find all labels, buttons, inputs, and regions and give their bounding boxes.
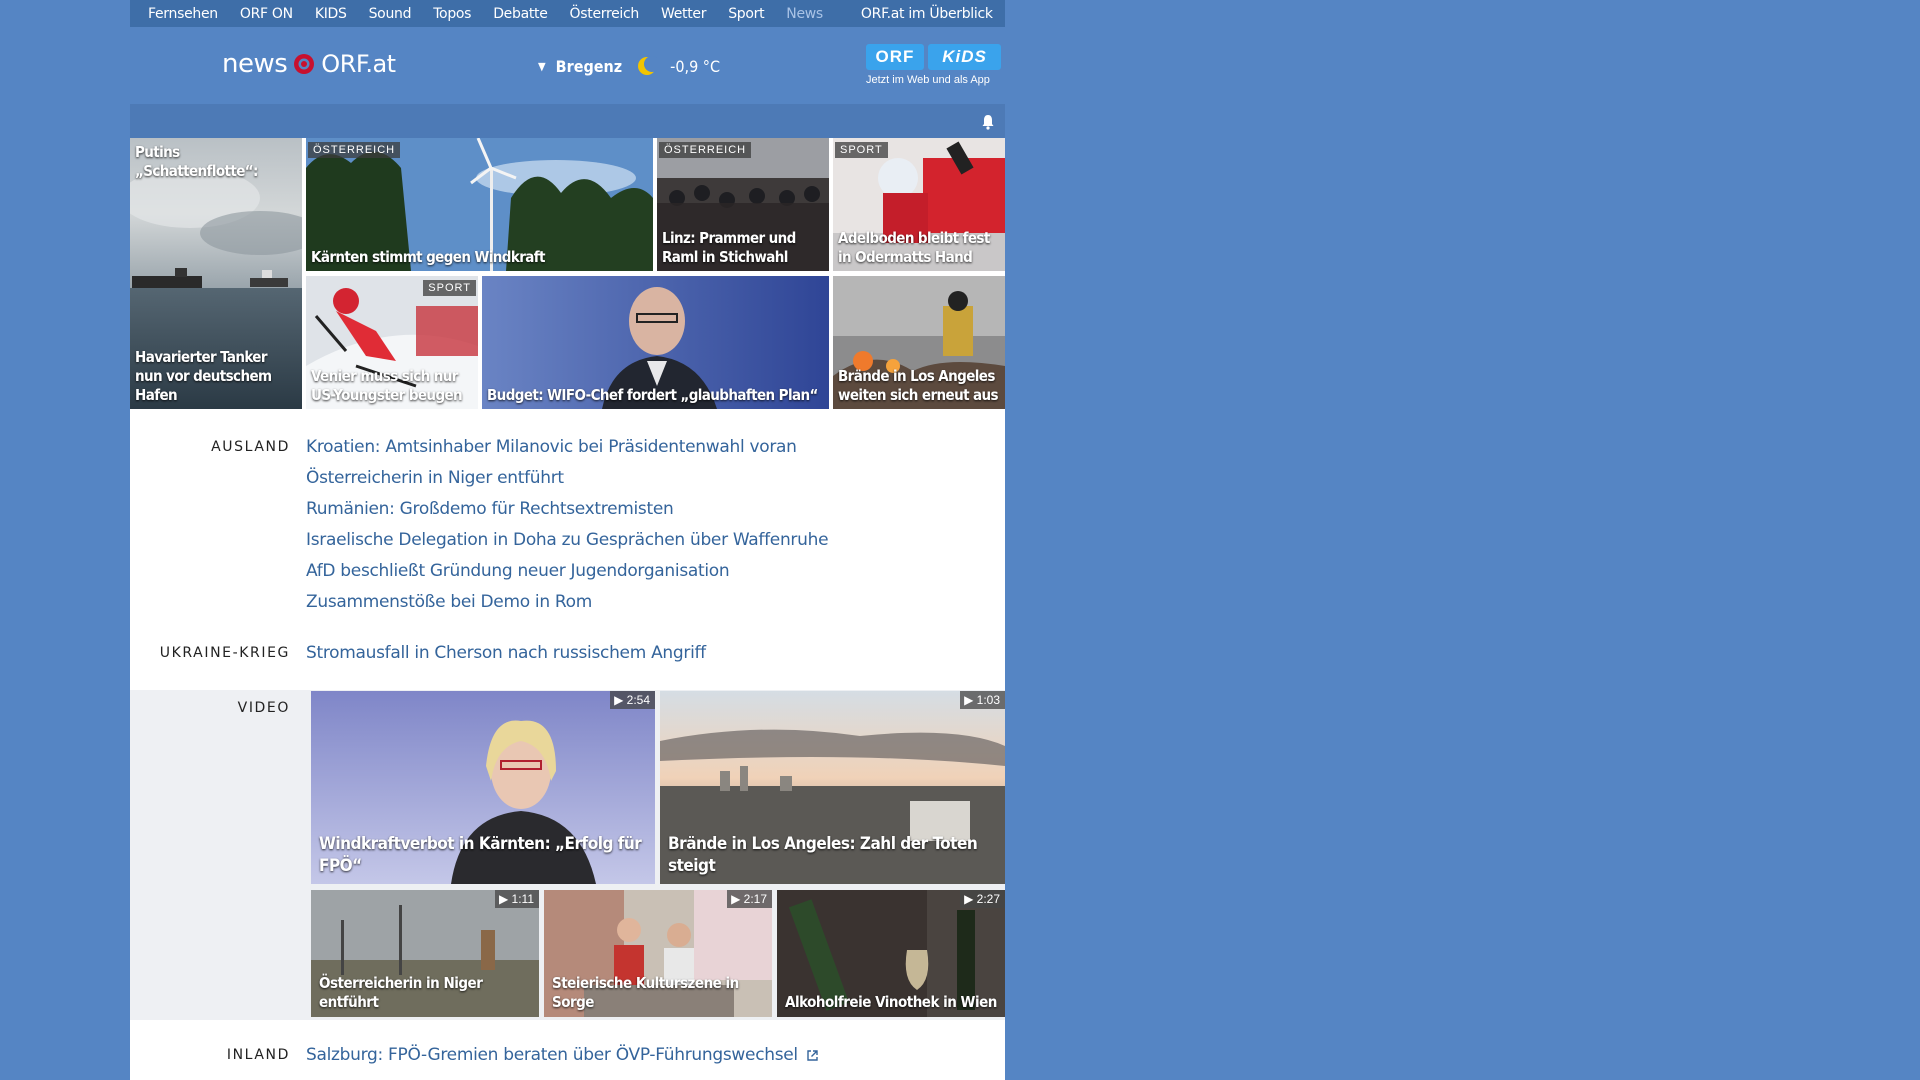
teaser-category-tag: ÖSTERREICH xyxy=(308,142,401,158)
video-caption: Brände in Los Angeles: Zahl der Toten st… xyxy=(668,834,978,876)
section-label-inland: INLAND xyxy=(226,1047,290,1063)
section-label-ausland: AUSLAND xyxy=(211,439,290,455)
video-caption: Windkraftverbot in Kärnten: „Erfolg für … xyxy=(319,834,642,876)
nav-sound[interactable]: Sound xyxy=(358,6,423,22)
teaser-budget[interactable]: Budget: WIFO-Chef fordert „glaubhaften P… xyxy=(482,276,829,409)
orf-kids-subtitle: Jetzt im Web und als App xyxy=(866,74,990,86)
nav-news[interactable]: News xyxy=(775,6,834,22)
video-teaser[interactable]: ▶ 2:27 Alkoholfreie Vinothek in Wien xyxy=(777,890,1005,1017)
teaser-caption-top: Putins „Schattenflotte“: xyxy=(135,143,258,180)
nav-sport[interactable]: Sport xyxy=(717,6,775,22)
weather-city: Bregenz xyxy=(555,56,623,76)
teaser-caption: Budget: WIFO-Chef fordert „glaubhaften P… xyxy=(487,386,818,404)
nav-fernsehen[interactable]: Fernsehen xyxy=(130,6,229,22)
teaser-windkraft[interactable]: ÖSTERREICH Kärnten stimmt gegen Windkraf… xyxy=(306,138,653,271)
teaser-brande-la[interactable]: Brände in Los Angeles weiten sich erneut… xyxy=(833,276,1005,409)
teaser-adelboden[interactable]: SPORT Adelboden bleibt fest in Odermatts… xyxy=(833,138,1005,271)
logo-orfat-text: ORF.at xyxy=(321,50,396,78)
teaser-tanker[interactable]: Putins „Schattenflotte“: Havarierter Tan… xyxy=(130,138,302,409)
video-caption: Steierische Kulturszene in Sorge xyxy=(552,974,739,1011)
video-teaser[interactable]: ▶ 1:11 Österreicherin in Niger entführt xyxy=(311,890,539,1017)
teaser-caption: Brände in Los Angeles weiten sich erneut… xyxy=(838,367,999,404)
news-orf-logo[interactable]: news ORF.at xyxy=(222,49,396,79)
article-link[interactable]: Zusammenstöße bei Demo in Rom xyxy=(306,592,592,612)
article-link[interactable]: Rumänien: Großdemo für Rechtsextremisten xyxy=(306,499,674,519)
video-duration: ▶ 2:17 xyxy=(727,890,772,908)
nav-wetter[interactable]: Wetter xyxy=(650,6,717,22)
video-duration-text: 1:03 xyxy=(976,693,1000,707)
main-content: Putins „Schattenflotte“: Havarierter Tan… xyxy=(130,138,1005,1080)
teaser-venier[interactable]: SPORT Venier muss sich nur US-Youngster … xyxy=(306,276,478,409)
teaser-category-tag: SPORT xyxy=(835,142,888,158)
article-link[interactable]: Kroatien: Amtsinhaber Milanovic bei Präs… xyxy=(306,437,797,457)
video-caption: Alkoholfreie Vinothek in Wien xyxy=(785,993,997,1011)
header: news ORF.at ▼ Bregenz -0,9 °C ORF KiDS J… xyxy=(130,27,1005,104)
video-duration: ▶ 2:27 xyxy=(960,890,1005,908)
section-label-video: VIDEO xyxy=(237,700,290,716)
teaser-linz[interactable]: ÖSTERREICH Linz: Prammer und Raml in Sti… xyxy=(657,138,829,271)
video-duration: ▶ 1:11 xyxy=(494,890,539,908)
video-duration-text: 2:17 xyxy=(743,892,767,906)
video-duration-text: 1:11 xyxy=(511,892,534,906)
video-teaser[interactable]: ▶ 1:03 Brände in Los Angeles: Zahl der T… xyxy=(660,691,1005,884)
video-caption: Österreicherin in Niger entführt xyxy=(319,974,483,1011)
nav-orf-on[interactable]: ORF ON xyxy=(229,6,304,22)
orf-eye-icon xyxy=(294,54,315,74)
teaser-caption: Venier muss sich nur US-Youngster beugen xyxy=(311,367,463,404)
article-link-text: Salzburg: FPÖ-Gremien beraten über ÖVP-F… xyxy=(306,1045,798,1065)
sub-bar xyxy=(130,104,1005,138)
video-duration: ▶ 2:54 xyxy=(610,691,655,709)
video-duration: ▶ 1:03 xyxy=(960,691,1005,709)
article-link[interactable]: AfD beschließt Gründung neuer Jugendorga… xyxy=(306,561,730,581)
teaser-category-tag: ÖSTERREICH xyxy=(659,142,752,158)
weather-temperature: -0,9 °C xyxy=(670,56,721,76)
video-duration-text: 2:27 xyxy=(976,892,1000,906)
teaser-caption: Adelboden bleibt fest in Odermatts Hand xyxy=(838,229,990,266)
section-label-ukraine-krieg: UKRAINE-KRIEG xyxy=(159,645,290,661)
teaser-caption: Kärnten stimmt gegen Windkraft xyxy=(311,248,546,266)
video-teaser[interactable]: ▶ 2:17 Steierische Kulturszene in Sorge xyxy=(544,890,772,1017)
nav-orf-overview[interactable]: ORF.at im Überblick xyxy=(850,6,1004,22)
moon-icon xyxy=(638,56,659,75)
bell-icon[interactable] xyxy=(981,114,995,130)
logo-news-text: news xyxy=(222,49,288,79)
external-link-icon xyxy=(807,1049,818,1061)
nav-debatte[interactable]: Debatte xyxy=(482,6,558,22)
teaser-caption: Havarierter Tanker nun vor deutschem Haf… xyxy=(135,348,272,404)
video-duration-text: 2:54 xyxy=(626,693,650,707)
orf-kids-logo-orf: ORF xyxy=(866,44,924,70)
nav-topos[interactable]: Topos xyxy=(422,6,482,22)
weather-widget[interactable]: ▼ Bregenz -0,9 °C xyxy=(538,55,720,77)
teaser-caption: Linz: Prammer und Raml in Stichwahl xyxy=(662,229,796,266)
page: Fernsehen ORF ON KIDS Sound Topos Debatt… xyxy=(130,0,1005,1080)
top-navigation: Fernsehen ORF ON KIDS Sound Topos Debatt… xyxy=(130,0,1005,27)
article-link-external[interactable]: Salzburg: FPÖ-Gremien beraten über ÖVP-F… xyxy=(306,1045,819,1065)
nav-kids[interactable]: KIDS xyxy=(304,6,358,22)
nav-oesterreich[interactable]: Österreich xyxy=(559,6,650,22)
article-link[interactable]: Stromausfall in Cherson nach russischem … xyxy=(306,643,706,663)
orf-kids-ad[interactable]: ORF KiDS Jetzt im Web und als App xyxy=(866,44,1005,86)
teaser-category-tag: SPORT xyxy=(423,280,476,296)
orf-kids-logo-kids: KiDS xyxy=(928,44,1001,70)
article-link[interactable]: Österreicherin in Niger entführt xyxy=(306,468,564,488)
caret-down-icon: ▼ xyxy=(538,59,546,73)
article-link[interactable]: Israelische Delegation in Doha zu Gesprä… xyxy=(306,530,829,550)
video-teaser[interactable]: ▶ 2:54 Windkraftverbot in Kärnten: „Erfo… xyxy=(311,691,655,884)
